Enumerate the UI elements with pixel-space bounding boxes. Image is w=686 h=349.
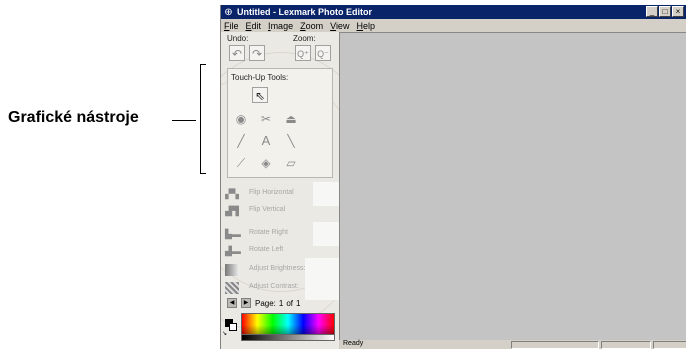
status-pane — [653, 341, 686, 349]
line-icon[interactable]: ╲ — [283, 133, 299, 149]
next-page-icon[interactable]: ▶ — [241, 298, 251, 308]
of-label: of — [286, 298, 294, 308]
menu-image[interactable]: Image — [268, 21, 293, 31]
callout-label: Grafické nástroje — [8, 109, 139, 126]
text-icon[interactable]: A — [258, 133, 274, 149]
dropper-icon[interactable]: ⟋ — [233, 155, 249, 171]
touchup-tools-group: Touch-Up Tools: ⇖ ◉ ✂ ⏏ ╱ A ╲ ⟋ ◈ ▱ — [227, 68, 333, 178]
zoom-out-icon[interactable]: Q⁻ — [315, 45, 331, 61]
minimize-button[interactable]: _ — [646, 6, 658, 17]
rotate-right-icon: ▙▬ — [225, 229, 241, 239]
flip-vertical-icon: ▟▜ — [225, 206, 239, 216]
command-slot — [313, 222, 339, 246]
status-bar: Ready — [339, 340, 686, 349]
contrast-slider[interactable] — [305, 276, 339, 300]
touchup-label: Touch-Up Tools: — [231, 73, 289, 82]
rotate-left-command[interactable]: ▟▬ Rotate Left — [225, 245, 339, 259]
zoom-label: Zoom: — [293, 34, 316, 43]
menu-help[interactable]: Help — [356, 21, 375, 31]
status-text: Ready — [343, 340, 364, 347]
page-label: Page: — [255, 298, 276, 308]
zoom-in-icon[interactable]: Q⁺ — [295, 45, 311, 61]
menu-view[interactable]: View — [330, 21, 349, 31]
flip-vertical-command[interactable]: ▟▜ Flip Vertical — [225, 205, 339, 219]
app-window: ⊕ Untitled - Lexmark Photo Editor _ □ × … — [220, 5, 686, 349]
page-navigator: ◀ ▶ Page: 1 of 1 — [227, 297, 303, 309]
pen-icon[interactable]: ╱ — [233, 133, 249, 149]
status-pane — [511, 341, 599, 349]
brightness-icon — [225, 264, 239, 276]
grayscale-palette[interactable] — [241, 335, 335, 341]
stamp-icon[interactable]: ⏏ — [283, 111, 299, 127]
callout-line — [172, 120, 196, 121]
adjust-contrast-command[interactable]: Adjust Contrast: — [225, 276, 339, 300]
redo-icon[interactable]: ↷ — [249, 45, 265, 61]
rotate-right-label: Rotate Right — [249, 229, 288, 236]
menu-bar: File Edit Image Zoom View Help — [221, 19, 686, 32]
adjust-contrast-label: Adjust Contrast: — [249, 283, 299, 290]
page-total: 1 — [296, 298, 301, 308]
menu-zoom[interactable]: Zoom — [300, 21, 323, 31]
pointer-icon[interactable]: ⇖ — [252, 87, 268, 103]
title-bar[interactable]: ⊕ Untitled - Lexmark Photo Editor _ □ × — [221, 5, 686, 19]
image-canvas[interactable] — [339, 32, 686, 340]
command-slot — [313, 182, 339, 206]
previous-page-icon[interactable]: ◀ — [227, 298, 237, 308]
rotate-left-label: Rotate Left — [249, 246, 284, 253]
maximize-button[interactable]: □ — [659, 6, 671, 17]
close-button[interactable]: × — [672, 6, 684, 17]
swap-colors-icon[interactable]: ↘ — [222, 330, 227, 337]
color-palette[interactable] — [241, 313, 335, 335]
fill-icon[interactable]: ◈ — [258, 155, 274, 171]
tool-panel: Undo: Zoom: ↶ ↷ Q⁺ Q⁻ Touch-Up Tools: ⇖ … — [221, 32, 339, 349]
flip-horizontal-label: Flip Horizontal — [249, 189, 294, 196]
flip-horizontal-command[interactable]: ▞▚ Flip Horizontal — [225, 182, 339, 206]
undo-icon[interactable]: ↶ — [229, 45, 245, 61]
flip-horizontal-icon: ▞▚ — [225, 189, 239, 199]
contrast-icon — [225, 282, 239, 294]
menu-file[interactable]: File — [224, 21, 239, 31]
adjust-brightness-label: Adjust Brightness: — [249, 265, 306, 272]
callout-bracket — [200, 64, 206, 174]
undo-label: Undo: — [227, 34, 249, 43]
menu-edit[interactable]: Edit — [246, 21, 262, 31]
rotate-right-command[interactable]: ▙▬ Rotate Right — [225, 222, 339, 246]
status-pane — [601, 341, 651, 349]
flip-vertical-label: Flip Vertical — [249, 206, 286, 213]
rotate-left-icon: ▟▬ — [225, 246, 241, 256]
red-eye-icon[interactable]: ◉ — [233, 111, 249, 127]
page-number: 1 — [278, 298, 284, 308]
eraser-icon[interactable]: ▱ — [283, 155, 299, 171]
background-color-swatch[interactable] — [229, 323, 237, 331]
window-title: Untitled - Lexmark Photo Editor — [237, 7, 373, 17]
app-icon[interactable]: ⊕ — [223, 7, 234, 18]
window-controls: _ □ × — [646, 6, 684, 17]
scissors-icon[interactable]: ✂ — [258, 111, 274, 127]
